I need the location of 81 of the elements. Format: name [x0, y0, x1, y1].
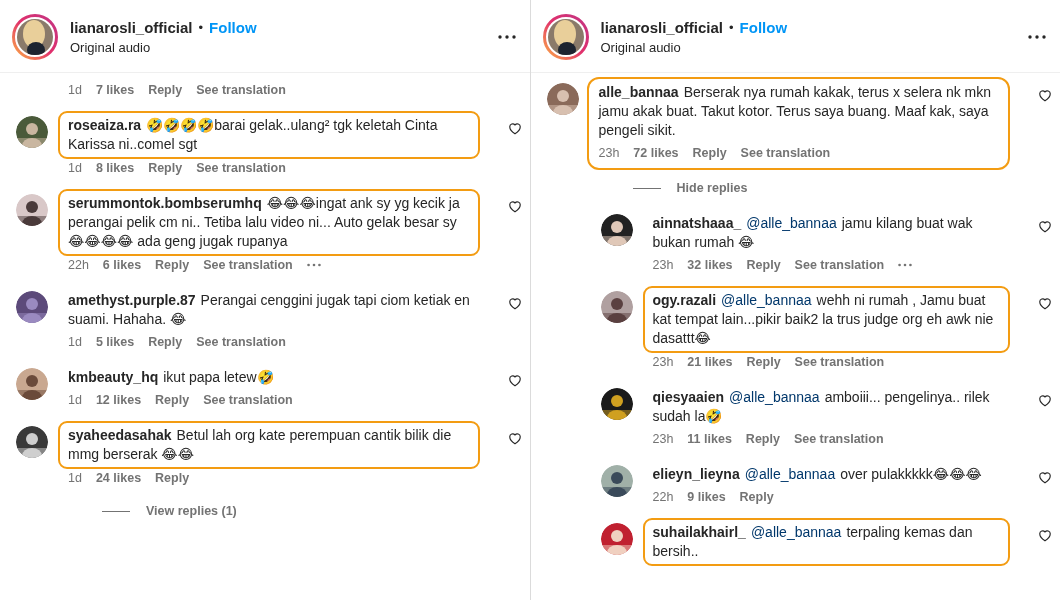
see-translation-link[interactable]: See translation: [203, 258, 293, 272]
account-name[interactable]: lianarosli_official: [600, 19, 724, 36]
comment-time: 23h: [652, 355, 674, 369]
see-translation-link[interactable]: See translation: [740, 146, 831, 160]
likes-count[interactable]: 12 likes: [95, 393, 142, 407]
comment-text: serummontok.bombserumhq 😂😂😂ingat ank sy yg kecik ja perangai pelik cm ni.. Tetiba lalu video ni... Auto gelak besar sy 😂😂😂😂 ada geng jugak rupanya: [58, 189, 480, 256]
likes-count[interactable]: 72 likes: [633, 146, 679, 160]
comment-text: suhailakhairl_ @alle_bannaa terpaling kemas dan bersih..: [642, 518, 1010, 566]
replies-toggle[interactable]: Hide replies: [676, 181, 748, 195]
separator-dot: •: [729, 20, 734, 35]
audio-label[interactable]: Original audio: [70, 40, 486, 55]
reply-link[interactable]: Reply: [148, 161, 183, 175]
comment-text: amethyst.purple.87 Perangai cenggini jugak tapi ciom ketiak en suami. Hahaha. 😂: [68, 291, 471, 329]
likes-count[interactable]: 11 likes: [687, 432, 732, 446]
heart-icon[interactable]: [507, 200, 522, 213]
comment-text: roseaiza.ra 🤣🤣🤣🤣barai gelak..ulang² tgk keletah Cinta Karissa ni..comel sgt: [58, 111, 480, 159]
see-translation-link[interactable]: See translation: [196, 161, 286, 175]
mention-link[interactable]: @alle_bannaa: [721, 292, 812, 308]
see-translation-link[interactable]: See translation: [794, 355, 885, 369]
comment-time: 23h: [652, 258, 674, 272]
follow-link[interactable]: Follow: [209, 19, 257, 36]
reply-link[interactable]: Reply: [155, 393, 190, 407]
likes-count[interactable]: 21 likes: [687, 355, 733, 369]
comment-text: syaheedasahak Betul lah org kate perempuan cantik bilik die mmg berserak 😂😂: [58, 421, 480, 469]
comment-text: qiesyaaien @alle_bannaa amboiii... pengelinya.. rilek sudah la🤣: [652, 388, 991, 426]
more-options-icon[interactable]: [1028, 35, 1046, 39]
reply-link[interactable]: Reply: [739, 490, 774, 504]
account-name[interactable]: lianarosli_official: [70, 19, 193, 36]
mention-link[interactable]: @alle_bannaa: [746, 215, 837, 231]
reply-link[interactable]: Reply: [746, 258, 781, 272]
comment-text: kmbeauty_hq ikut papa letew🤣: [68, 368, 275, 387]
heart-icon[interactable]: [1038, 220, 1052, 233]
more-options-icon[interactable]: [497, 35, 516, 39]
likes-count[interactable]: 8 likes: [95, 161, 135, 175]
mention-link[interactable]: @alle_bannaa: [744, 466, 836, 482]
reply-link[interactable]: Reply: [746, 355, 781, 369]
comment-time: 22h: [68, 258, 89, 272]
heart-icon[interactable]: [1038, 89, 1052, 102]
comment-time: 23h: [598, 146, 620, 160]
see-translation-link[interactable]: See translation: [196, 335, 286, 349]
likes-count[interactable]: 24 likes: [95, 471, 142, 485]
likes-count[interactable]: 32 likes: [687, 258, 733, 272]
see-translation-link[interactable]: See translation: [793, 432, 884, 446]
heart-icon[interactable]: [507, 432, 522, 445]
likes-count[interactable]: 7 likes: [95, 83, 135, 97]
comment-text: elieyn_lieyna @alle_bannaa over pulakkkkk😂😂😂: [652, 465, 983, 484]
see-translation-link[interactable]: See translation: [794, 258, 885, 272]
comment-time: 1d: [68, 83, 82, 97]
likes-count[interactable]: 6 likes: [102, 258, 142, 272]
mention-link[interactable]: @alle_bannaa: [750, 524, 842, 540]
comment-time: 1d: [68, 335, 82, 349]
see-translation-link[interactable]: See translation: [196, 83, 286, 97]
comment-time: 22h: [652, 490, 674, 504]
comment-text: ogy.razali @alle_bannaa wehh ni rumah , Jamu buat kat tempat lain...pikir baik2 la trus judge org eh awk nie dasattt😂: [642, 286, 1010, 353]
heart-icon[interactable]: [1038, 529, 1052, 542]
heart-icon[interactable]: [507, 297, 522, 310]
reply-link[interactable]: Reply: [155, 471, 190, 485]
follow-link[interactable]: Follow: [739, 19, 788, 36]
reply-link[interactable]: Reply: [148, 335, 183, 349]
comment-text: ainnatshaaa_ @alle_bannaa jamu kilang buat wak bukan rumah 😂: [652, 214, 974, 252]
comment-text: alle_bannaa Berserak nya rumah kakak, terus x selera nk mkn jamu akak buat. Takut kotor. Terus saya buang. Maaf kak, saya pengeli sikit.: [598, 83, 992, 140]
separator-dot: •: [198, 20, 204, 35]
reply-link[interactable]: Reply: [745, 432, 780, 446]
comment-time: 1d: [68, 161, 82, 175]
mention-link[interactable]: @alle_bannaa: [729, 389, 820, 405]
replies-toggle[interactable]: View replies (1): [146, 504, 237, 518]
heart-icon[interactable]: [507, 122, 522, 135]
reply-link[interactable]: Reply: [155, 258, 190, 272]
audio-label[interactable]: Original audio: [600, 40, 1016, 55]
heart-icon[interactable]: [507, 374, 522, 387]
heart-icon[interactable]: [1038, 297, 1052, 310]
comment-time: 1d: [68, 471, 82, 485]
likes-count[interactable]: 5 likes: [95, 335, 135, 349]
comment-time: 23h: [652, 432, 674, 446]
reply-link[interactable]: Reply: [148, 83, 183, 97]
see-translation-link[interactable]: See translation: [203, 393, 293, 407]
likes-count[interactable]: 9 likes: [687, 490, 726, 504]
heart-icon[interactable]: [1038, 394, 1052, 407]
reply-link[interactable]: Reply: [692, 146, 727, 160]
comment-time: 1d: [68, 393, 82, 407]
heart-icon[interactable]: [1038, 471, 1052, 484]
